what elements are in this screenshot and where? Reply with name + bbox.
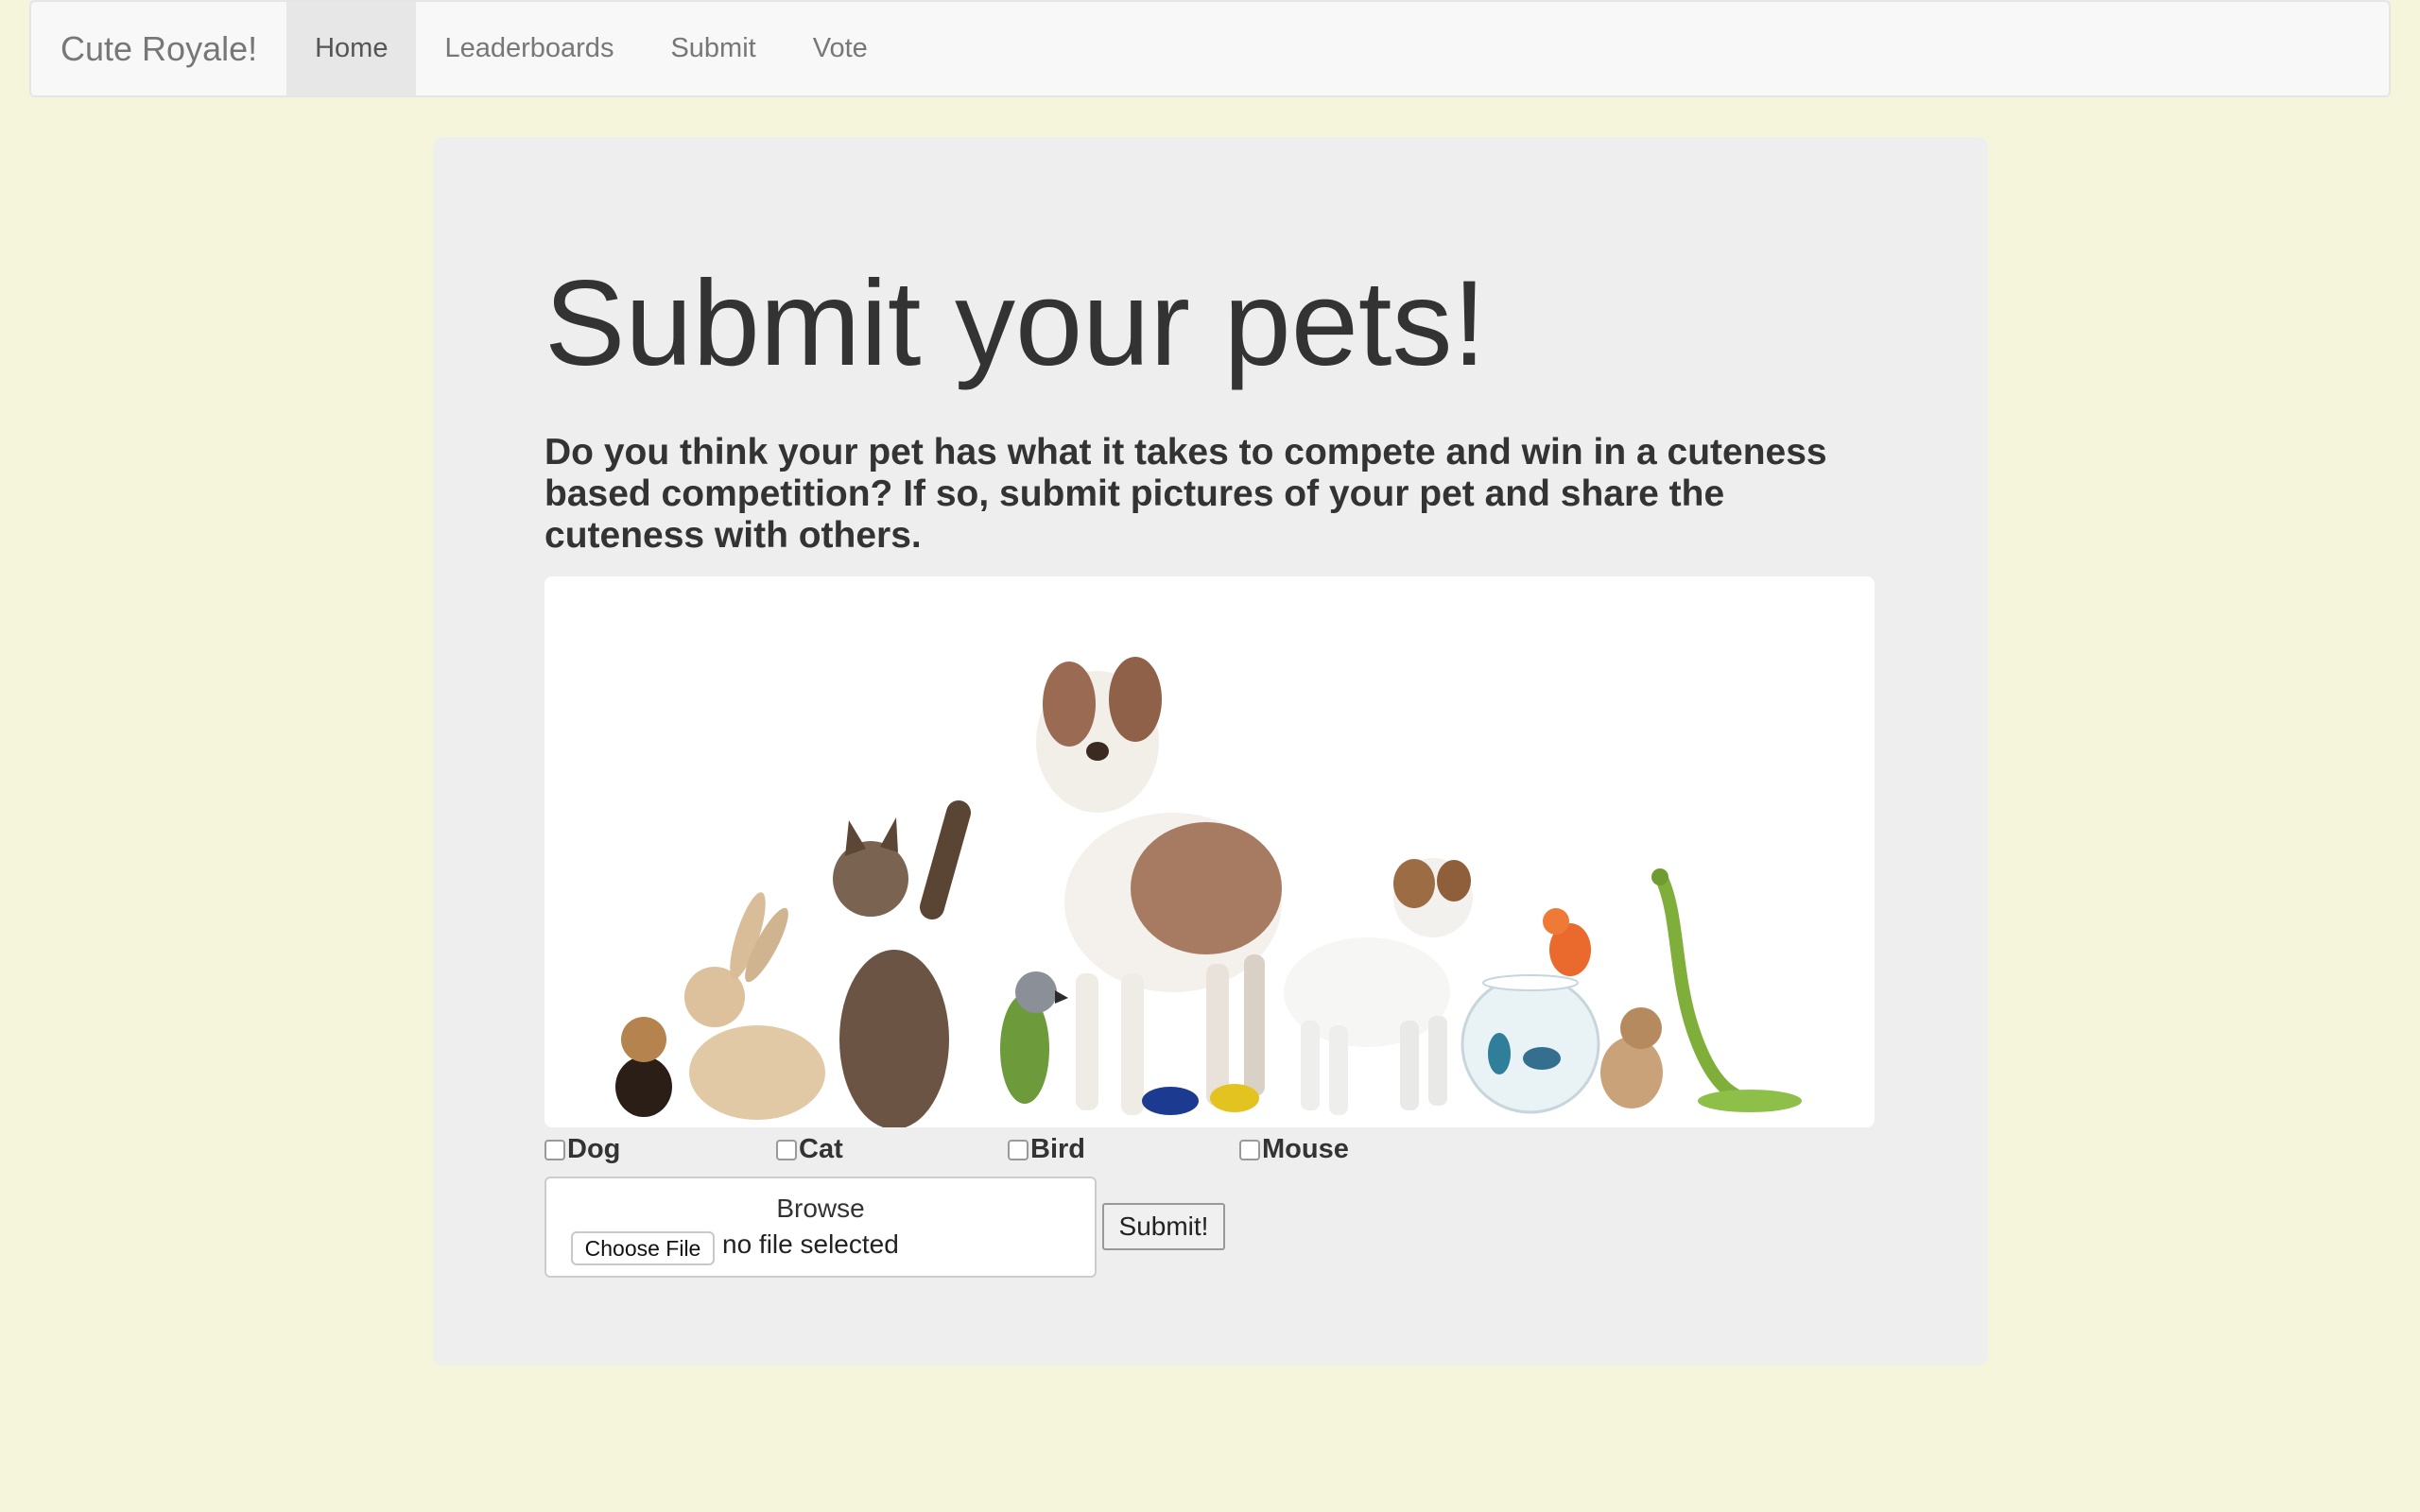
nav-item-submit[interactable]: Submit [642,2,784,95]
nav-item-home[interactable]: Home [286,2,417,95]
file-upload-box: Browse Choose File no file selected [544,1177,1097,1278]
file-status: no file selected [722,1229,899,1259]
checkbox-bird[interactable]: Bird [1008,1134,1239,1165]
nav-item-leaderboards[interactable]: Leaderboards [416,2,642,95]
jumbotron: Submit your pets! Do you think your pet … [433,137,1988,1366]
cat-checkbox[interactable] [776,1139,797,1160]
choose-file-button[interactable]: Choose File [571,1231,715,1265]
bird-checkbox[interactable] [1008,1139,1028,1160]
navbar: Cute Royale! Home Leaderboards Submit Vo… [29,0,2391,97]
pet-type-checkboxes: Dog Cat Bird Mouse [544,1134,1471,1165]
pets-image [544,576,1875,1127]
page-title: Submit your pets! [544,256,1486,391]
bird-label: Bird [1030,1134,1085,1164]
mouse-checkbox[interactable] [1239,1139,1260,1160]
lead-text: Do you think your pet has what it takes … [544,432,1827,557]
brand-link[interactable]: Cute Royale! [31,2,286,95]
cat-label: Cat [799,1134,843,1164]
dog-checkbox[interactable] [544,1139,565,1160]
checkbox-cat[interactable]: Cat [776,1134,1008,1165]
browse-label: Browse [776,1194,865,1223]
checkbox-dog[interactable]: Dog [544,1134,776,1165]
mouse-label: Mouse [1262,1134,1349,1164]
submit-button[interactable]: Submit! [1102,1203,1225,1250]
checkbox-mouse[interactable]: Mouse [1239,1134,1471,1165]
nav-item-vote[interactable]: Vote [785,2,896,95]
dog-label: Dog [567,1134,621,1164]
